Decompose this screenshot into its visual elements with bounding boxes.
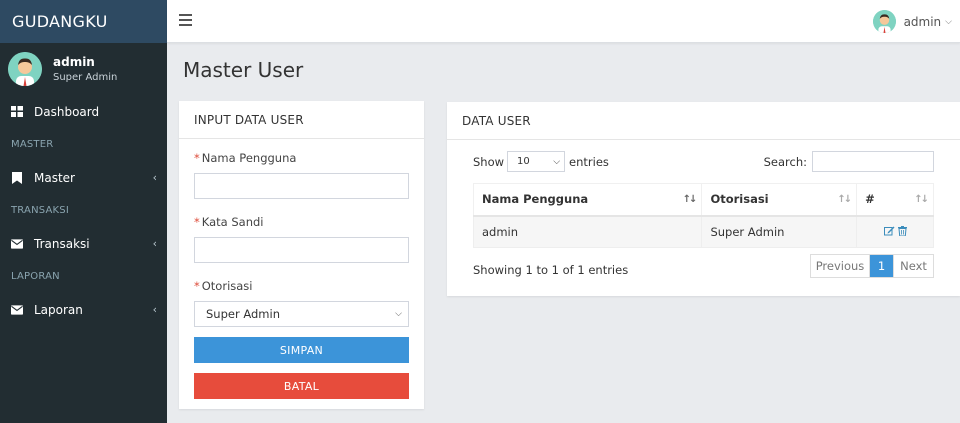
sidebar-item-transaksi[interactable]: Transaksi ‹ bbox=[0, 227, 167, 260]
chevron-left-icon: ‹ bbox=[152, 303, 157, 316]
pagination: Previous 1 Next bbox=[810, 254, 934, 278]
chevron-left-icon: ‹ bbox=[152, 237, 157, 250]
sidebar-item-label: Transaksi bbox=[34, 236, 90, 251]
card-title: INPUT DATA USER bbox=[179, 101, 424, 139]
envelope-icon bbox=[11, 304, 23, 316]
previous-page-button[interactable]: Previous bbox=[811, 255, 870, 277]
required-marker: * bbox=[194, 215, 200, 229]
sort-icon: ↑↓ bbox=[914, 194, 929, 205]
password-label: * Kata Sandi bbox=[194, 215, 264, 229]
topbar: admin ⌵ bbox=[167, 0, 960, 43]
chevron-down-icon: ⌵ bbox=[553, 156, 561, 167]
cell-actions bbox=[856, 215, 934, 248]
search-label: Search: bbox=[763, 154, 807, 169]
bookmark-icon bbox=[11, 171, 23, 184]
table-info: Showing 1 to 1 of 1 entries bbox=[473, 263, 629, 277]
brand-logo[interactable]: GUDANGKU bbox=[0, 0, 167, 43]
required-marker: * bbox=[194, 151, 200, 165]
cell-username: admin bbox=[472, 215, 703, 248]
username-label: * Nama Pengguna bbox=[194, 151, 297, 165]
chevron-down-icon: ⌵ bbox=[945, 16, 952, 27]
data-user-card: DATA USER Show 10 ⌵ entries Search: Nama… bbox=[447, 102, 960, 296]
sidebar-item-label: Dashboard bbox=[34, 104, 100, 119]
dashboard-icon bbox=[11, 106, 23, 118]
sidebar-header-transaksi: TRANSAKSI bbox=[11, 205, 70, 216]
entries-length: Show 10 ⌵ entries bbox=[473, 151, 609, 172]
entries-label: entries bbox=[569, 154, 609, 169]
trash-icon[interactable] bbox=[897, 225, 907, 239]
sidebar-item-dashboard[interactable]: Dashboard bbox=[0, 95, 167, 128]
page-1-button[interactable]: 1 bbox=[870, 255, 893, 277]
user-role: Super Admin bbox=[53, 72, 118, 83]
entries-select[interactable]: 10 ⌵ bbox=[507, 151, 566, 172]
password-input[interactable] bbox=[194, 237, 409, 263]
sidebar: GUDANGKU admin Super Admin Dashboard MAS… bbox=[0, 0, 167, 423]
username-input[interactable] bbox=[194, 173, 409, 199]
sort-asc-icon: ↑↓ bbox=[682, 194, 698, 205]
hamburger-menu-icon[interactable] bbox=[179, 14, 192, 26]
sidebar-header-master: MASTER bbox=[11, 139, 54, 150]
column-header-actions[interactable]: # ↑↓ bbox=[856, 183, 934, 217]
user-avatar-icon bbox=[8, 52, 42, 86]
user-avatar-icon bbox=[872, 10, 896, 33]
user-panel: admin Super Admin bbox=[0, 43, 167, 95]
avatar bbox=[872, 10, 896, 33]
sidebar-item-label: Master bbox=[34, 170, 75, 185]
user-menu[interactable]: admin ⌵ bbox=[872, 10, 952, 33]
next-page-button[interactable]: Next bbox=[893, 255, 933, 277]
sidebar-item-label: Laporan bbox=[34, 302, 83, 317]
show-label: Show bbox=[473, 154, 505, 169]
sidebar-item-laporan[interactable]: Laporan ‹ bbox=[0, 293, 167, 326]
chevron-left-icon: ‹ bbox=[152, 171, 157, 184]
chevron-down-icon: ⌵ bbox=[395, 309, 402, 319]
required-marker: * bbox=[194, 279, 200, 293]
edit-icon[interactable] bbox=[883, 225, 895, 239]
users-table: Nama Pengguna ↑↓ Otorisasi ↑↓ # ↑↓ admin… bbox=[472, 183, 934, 248]
table-row: admin Super Admin bbox=[472, 215, 934, 248]
column-header-username[interactable]: Nama Pengguna ↑↓ bbox=[472, 183, 703, 217]
role-select-value: Super Admin bbox=[206, 307, 280, 321]
envelope-icon bbox=[11, 238, 23, 250]
entries-value: 10 bbox=[517, 156, 530, 167]
cell-role: Super Admin bbox=[701, 215, 858, 248]
table-search: Search: bbox=[764, 151, 934, 172]
role-select[interactable]: Super Admin ⌵ bbox=[194, 301, 409, 327]
column-header-role[interactable]: Otorisasi ↑↓ bbox=[701, 183, 858, 217]
user-menu-label: admin bbox=[903, 14, 942, 29]
table-header-row: Nama Pengguna ↑↓ Otorisasi ↑↓ # ↑↓ bbox=[472, 183, 934, 217]
save-button[interactable]: SIMPAN bbox=[194, 337, 409, 363]
card-title: DATA USER bbox=[447, 102, 960, 140]
search-input[interactable] bbox=[812, 151, 934, 172]
sidebar-item-master[interactable]: Master ‹ bbox=[0, 161, 167, 194]
sidebar-header-laporan: LAPORAN bbox=[11, 271, 60, 282]
page-title: Master User bbox=[183, 58, 304, 82]
avatar bbox=[8, 52, 42, 86]
cancel-button[interactable]: BATAL bbox=[194, 373, 409, 399]
input-user-card: INPUT DATA USER * Nama Pengguna * Kata San… bbox=[179, 101, 424, 409]
role-label: * Otorisasi bbox=[194, 279, 253, 293]
user-name: admin bbox=[53, 55, 95, 69]
sort-icon: ↑↓ bbox=[837, 194, 852, 205]
